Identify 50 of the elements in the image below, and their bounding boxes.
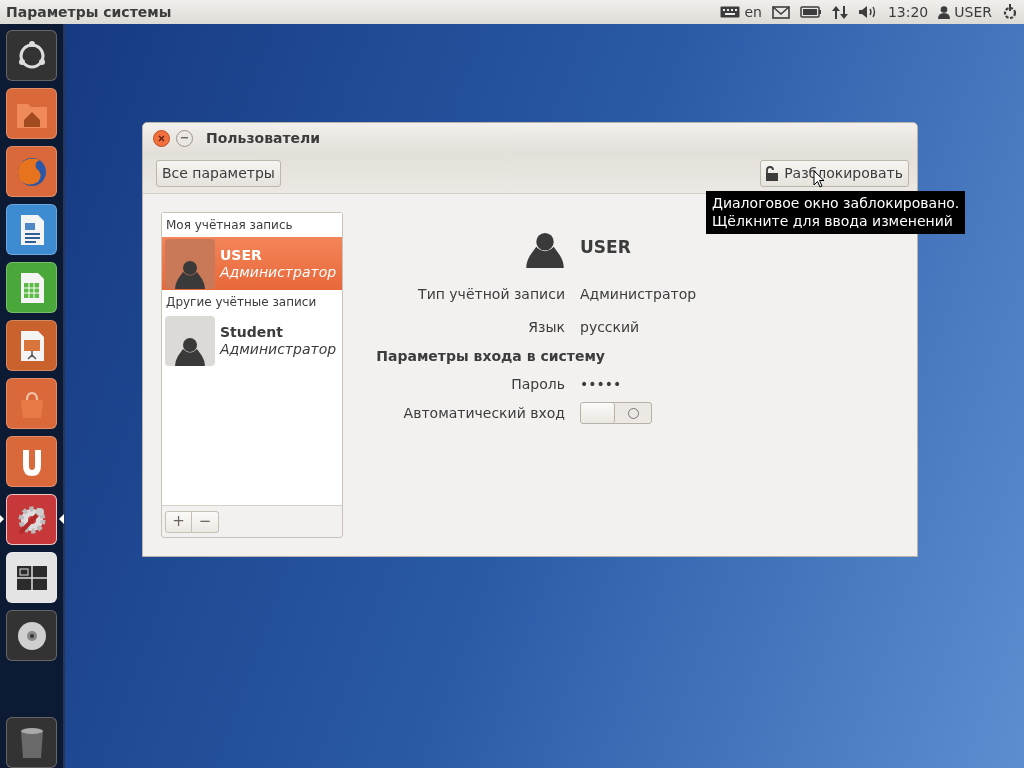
remove-user-button[interactable]: −	[192, 510, 219, 533]
launcher-ubuntuone-item[interactable]	[6, 436, 57, 487]
field-value: Администратор	[580, 285, 697, 304]
launcher-dash-item[interactable]	[6, 30, 57, 81]
launcher-trash-item[interactable]	[6, 717, 57, 768]
user-name: USER	[580, 236, 631, 260]
envelope-icon	[771, 5, 790, 19]
padlock-icon	[766, 165, 779, 181]
keyboard-layout-indicator[interactable]: en	[744, 1, 762, 23]
group-heading: Другие учётные записи	[165, 294, 318, 311]
section-heading: Параметры входа в систему	[376, 346, 605, 366]
field-label: Язык	[528, 318, 565, 337]
user-menu[interactable]: USER	[954, 1, 992, 23]
toggle-switch[interactable]	[580, 402, 652, 424]
launcher-writer-item[interactable]	[6, 204, 57, 255]
network-arrows-icon	[831, 4, 848, 20]
volume-icon	[857, 5, 878, 19]
field-label: Пароль	[511, 375, 565, 394]
launcher-workspaces-item[interactable]	[6, 552, 57, 603]
launcher-impress-item[interactable]	[6, 320, 57, 371]
window-title: Пользователи	[206, 128, 321, 148]
minimize-button[interactable]	[176, 129, 193, 147]
close-icon	[158, 134, 165, 142]
field-label: Автоматический вход	[403, 403, 565, 423]
close-button[interactable]	[153, 129, 170, 147]
window-title: Параметры системы	[6, 2, 172, 22]
tooltip: Диалоговое окно заблокировано. Щёлкните для ввода изменений	[706, 191, 966, 234]
user-role: Администратор	[220, 340, 337, 358]
field-label: Тип учётной записи	[418, 285, 565, 304]
person-icon	[938, 5, 951, 19]
focus-arrow-icon	[0, 514, 4, 524]
user-list-item[interactable]: Student Администратор	[162, 314, 342, 367]
user-role: Администратор	[220, 263, 337, 281]
unlock-button[interactable]: Разблокировать	[760, 159, 909, 187]
field-value: русский	[580, 318, 640, 337]
launcher-settings-item[interactable]	[6, 494, 57, 545]
user-name: Student	[220, 323, 284, 341]
battery-icon	[799, 6, 822, 18]
keyboard-icon	[720, 6, 741, 18]
clock[interactable]: 13:20	[887, 1, 929, 23]
launcher-browser-item[interactable]	[6, 146, 57, 197]
launcher-calc-item[interactable]	[6, 262, 57, 313]
launcher-folder-item[interactable]	[6, 88, 57, 139]
add-user-button[interactable]: +	[165, 510, 192, 533]
launcher-disc-item[interactable]	[6, 610, 57, 661]
all-settings-button[interactable]: Все параметры	[156, 159, 281, 187]
field-value: •••••	[580, 375, 622, 394]
group-heading: Моя учётная запись	[165, 217, 294, 234]
minimize-icon	[181, 137, 188, 139]
user-name: USER	[220, 246, 263, 264]
